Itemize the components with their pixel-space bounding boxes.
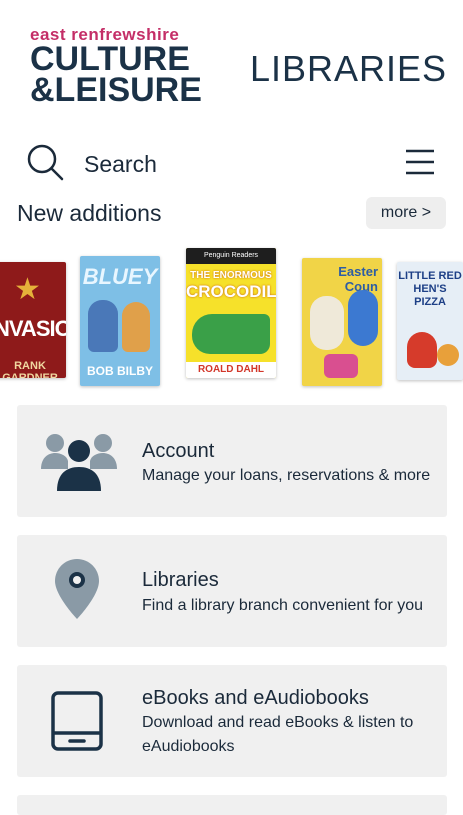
star-icon: ★ [14,273,41,306]
book-author: BOB BILBY [87,364,153,378]
book-cover[interactable]: BLUEY BOB BILBY [80,256,160,386]
page-title: LIBRARIES [250,48,448,89]
card-title: eBooks and eAudiobooks [142,687,369,709]
book-title-small: THE ENORMOUS [190,270,272,281]
new-additions-heading: New additions [17,200,162,226]
more-button[interactable]: more > [366,197,446,229]
book-title: Easter Coun [338,264,378,294]
book-cover[interactable]: Easter Coun [302,258,382,386]
users-icon [41,434,117,491]
cover-illustration [324,354,358,378]
cover-illustration [437,344,459,366]
hamburger-menu-icon[interactable] [404,146,436,178]
book-title: LITTLE RED HEN'S PIZZA [398,270,462,308]
book-author: ROALD DAHL [186,362,276,378]
cover-illustration [407,332,437,368]
cover-illustration [88,300,118,352]
book-title: CROCODILE [186,282,276,301]
card-description: Find a library branch convenient for you [142,597,424,614]
book-cover[interactable]: ★ NVASION RANK GARDNER [0,262,66,378]
book-author: RANK GARDNER [2,360,58,378]
book-title: BLUEY [82,264,158,289]
account-card[interactable]: Account Manage your loans, reservations … [17,405,447,517]
cover-illustration [122,302,150,352]
libraries-card[interactable]: Libraries Find a library branch convenie… [17,535,447,647]
app-header: east renfrewshire CULTURE &LEISURE LIBRA… [0,0,463,125]
cover-illustration [348,290,378,346]
search-input[interactable] [82,146,366,182]
ebooks-card[interactable]: eBooks and eAudiobooks Download and read… [17,665,447,777]
partial-card[interactable] [17,795,447,815]
cover-illustration [310,296,344,350]
culture-leisure-logo: east renfrewshire CULTURE &LEISURE [30,26,202,109]
card-description: Download and read eBooks & listen to eAu… [142,714,414,755]
tablet-icon [51,691,103,751]
book-carousel[interactable]: ★ NVASION RANK GARDNER BLUEY BOB BILBY P… [0,246,463,394]
card-description: Manage your loans, reservations & more [142,467,431,484]
book-cover[interactable]: LITTLE RED HEN'S PIZZA [397,262,463,380]
logo-line-3: &LEISURE [30,71,202,109]
book-cover[interactable]: Penguin Readers THE ENORMOUS CROCODILE R… [186,248,276,378]
location-pin-icon [55,559,99,619]
card-title: Account [142,440,215,462]
search-bar [0,140,463,188]
search-icon[interactable] [26,143,66,183]
book-series: Penguin Readers [186,248,276,264]
card-title: Libraries [142,569,219,591]
cover-illustration [192,314,270,354]
book-title: NVASION [0,316,66,341]
